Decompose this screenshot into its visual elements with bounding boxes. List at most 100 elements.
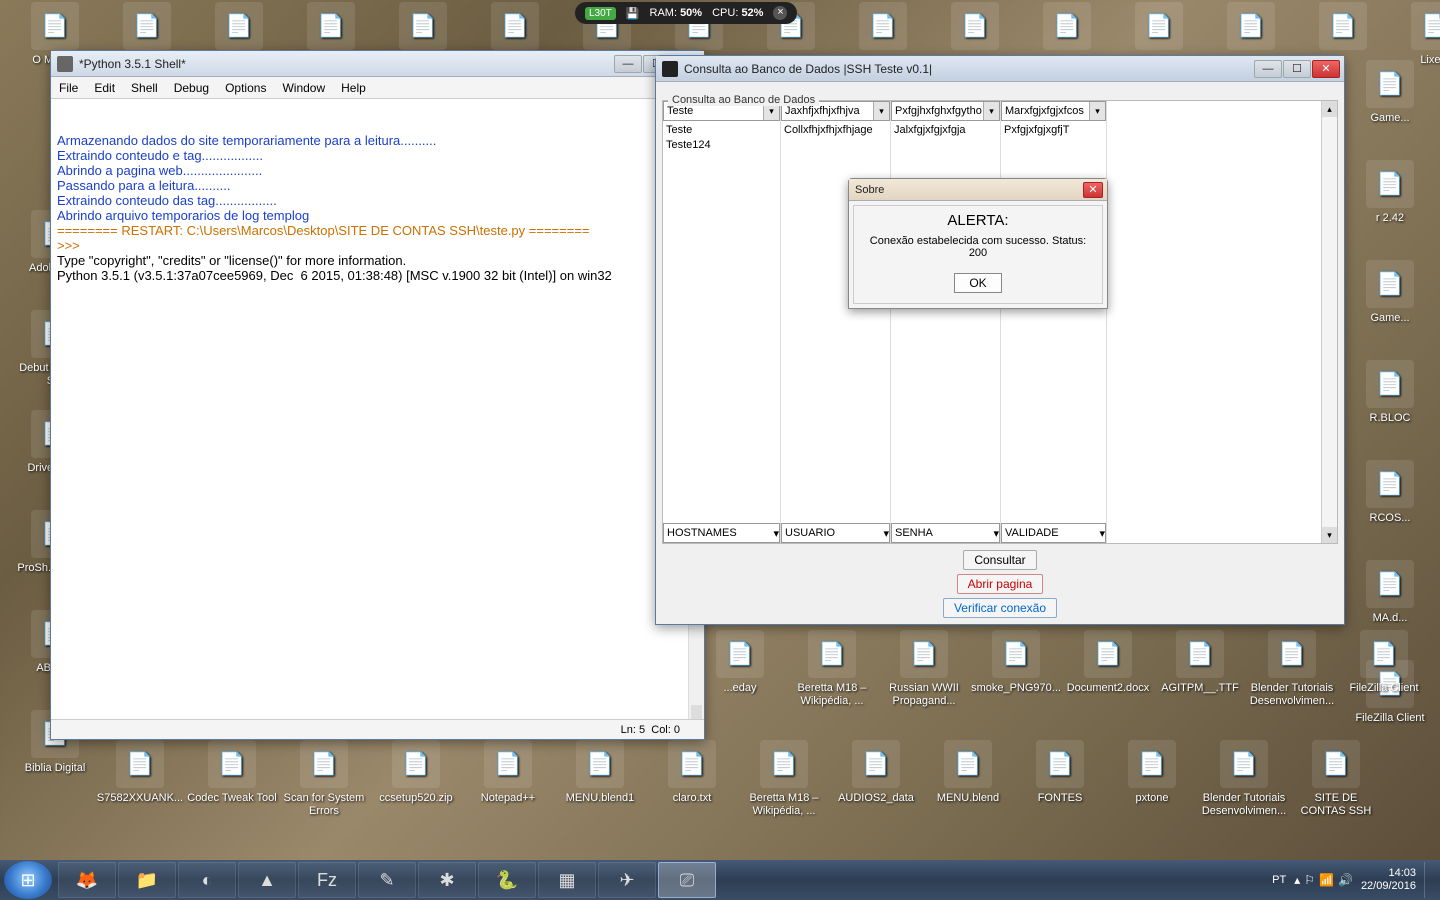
desktop-icon[interactable]: 📄Notepad++ [463, 740, 553, 805]
column-footer-combo[interactable]: SENHA▾ [891, 523, 1000, 543]
taskbar-app-cmd[interactable]: ⎚ [658, 862, 716, 898]
menu-edit[interactable]: Edit [94, 81, 115, 95]
taskbar-app-firefox[interactable]: 🦊 [58, 862, 116, 898]
desktop-icon[interactable]: 📄MENU.blend [923, 740, 1013, 805]
flag-icon[interactable]: ⚐ [1304, 873, 1315, 887]
desktop-icon[interactable]: 📄claro.txt [647, 740, 737, 805]
chevron-down-icon[interactable]: ▾ [983, 102, 999, 120]
desktop-icon[interactable]: 📄AGITPM__.TTF [1155, 630, 1245, 695]
scroll-down-icon[interactable]: ▾ [1322, 527, 1337, 543]
chevron-down-icon[interactable]: ▾ [883, 527, 889, 540]
minimize-button[interactable]: — [614, 55, 642, 73]
desktop-icon[interactable]: 📄R.BLOC [1345, 360, 1435, 425]
close-button[interactable]: ✕ [1312, 60, 1340, 78]
column-header-combo[interactable]: Marxfgjxfgjxfcos▾ [1001, 101, 1106, 121]
desktop-icon[interactable]: 📄RCOS... [1345, 460, 1435, 525]
chevron-down-icon[interactable]: ▾ [873, 102, 889, 120]
minimize-button[interactable]: — [1254, 60, 1282, 78]
desktop-icon[interactable]: 📄Beretta M18 – Wikipédia, ... [787, 630, 877, 708]
desktop-icon[interactable]: 📄 [1114, 2, 1204, 54]
taskbar-app-filezilla[interactable]: Fz [298, 862, 356, 898]
taskbar-app-x[interactable]: ✱ [418, 862, 476, 898]
taskbar-app-explorer[interactable]: 📁 [118, 862, 176, 898]
network-icon[interactable]: 📶 [1319, 873, 1334, 887]
taskbar-app-py[interactable]: 🐍 [478, 862, 536, 898]
cell[interactable]: PxfgjxfgjxgfjT [1004, 123, 1103, 138]
abrir-pagina-button[interactable]: Abrir pagina [957, 574, 1044, 594]
desktop-icon[interactable]: 📄smoke_PNG970... [971, 630, 1061, 695]
desktop-icon[interactable]: 📄FONTES [1015, 740, 1105, 805]
desktop-icon[interactable]: 📄Lixe... [1390, 2, 1440, 67]
column-footer-combo[interactable]: USUARIO▾ [781, 523, 890, 543]
cell[interactable]: Teste124 [666, 138, 777, 153]
desktop-icon[interactable]: 📄AUDIOS2_data [831, 740, 921, 805]
taskbar-app-tg[interactable]: ✈ [598, 862, 656, 898]
desktop-icon[interactable]: 📄Document2.docx [1063, 630, 1153, 695]
cell[interactable]: Collxfhjxfhjxfhjage [784, 123, 887, 138]
menu-debug[interactable]: Debug [174, 81, 209, 95]
idle-titlebar[interactable]: *Python 3.5.1 Shell* — ☐ ✕ [51, 51, 704, 77]
show-desktop-button[interactable] [1424, 862, 1436, 898]
desktop-icon[interactable]: 📄 [1022, 2, 1112, 54]
lang-indicator[interactable]: PT [1272, 874, 1286, 886]
desktop-icon[interactable]: 📄 [1298, 2, 1388, 54]
desktop-icon[interactable]: 📄Russian WWII Propagand... [879, 630, 969, 708]
desktop-icon[interactable]: 📄Game... [1345, 260, 1435, 325]
desktop-icon[interactable]: 📄 [378, 2, 468, 54]
taskbar-app-ccleaner[interactable]: ◐ [178, 862, 236, 898]
scrollbar[interactable]: ▴▾ [1321, 101, 1337, 543]
desktop-icon[interactable]: 📄MA.d... [1345, 560, 1435, 625]
desktop-icon[interactable]: 📄 [286, 2, 376, 54]
start-button[interactable]: ⊞ [4, 861, 52, 899]
desktop-icon[interactable]: 📄pxtone [1107, 740, 1197, 805]
desktop-icon[interactable]: 📄 [1206, 2, 1296, 54]
tray-up-icon[interactable]: ▴ [1294, 873, 1300, 887]
menu-options[interactable]: Options [225, 81, 266, 95]
desktop-icon[interactable]: 📄FileZilla Client [1339, 630, 1429, 695]
desktop-icon[interactable]: 📄 [838, 2, 928, 54]
menu-file[interactable]: File [59, 81, 78, 95]
desktop-icon[interactable]: 📄Codec Tweak Tool [187, 740, 277, 805]
desktop-icon[interactable]: 📄 [470, 2, 560, 54]
column-footer-combo[interactable]: HOSTNAMES▾ [663, 523, 780, 543]
desktop-icon[interactable]: 📄Game... [1345, 60, 1435, 125]
column-header-combo[interactable]: Pxfgjhxfghxfgytho▾ [891, 101, 1000, 121]
column-footer-combo[interactable]: VALIDADE▾ [1001, 523, 1106, 543]
desktop-icon[interactable]: 📄Scan for System Errors [279, 740, 369, 818]
menu-help[interactable]: Help [341, 81, 366, 95]
consultar-button[interactable]: Consultar [963, 550, 1036, 570]
desktop-icon[interactable]: 📄ccsetup520.zip [371, 740, 461, 805]
chevron-down-icon[interactable]: ▾ [993, 527, 999, 540]
ok-button[interactable]: OK [954, 273, 1001, 293]
modal-titlebar[interactable]: Sobre ✕ [849, 179, 1107, 201]
cell[interactable]: Jalxfgjxfgjxfgja [894, 123, 997, 138]
scroll-up-icon[interactable]: ▴ [1322, 101, 1337, 117]
taskbar-app-npp[interactable]: ✎ [358, 862, 416, 898]
desktop-icon[interactable]: 📄Blender Tutoriais Desenvolvimen... [1247, 630, 1337, 708]
ssh-titlebar[interactable]: Consulta ao Banco de Dados |SSH Teste v0… [656, 56, 1344, 82]
verificar-conexao-button[interactable]: Verificar conexão [943, 598, 1057, 618]
menu-shell[interactable]: Shell [131, 81, 158, 95]
menu-window[interactable]: Window [282, 81, 325, 95]
desktop-icon[interactable]: 📄r 2.42 [1345, 160, 1435, 225]
desktop-icon[interactable]: 📄Blender Tutoriais Desenvolvimen... [1199, 740, 1289, 818]
column-values[interactable]: TesteTeste124 [663, 121, 780, 523]
desktop-icon[interactable]: 📄 [194, 2, 284, 54]
taskbar-app-a[interactable]: ▲ [238, 862, 296, 898]
maximize-button[interactable]: ☐ [1283, 60, 1311, 78]
chevron-down-icon[interactable]: ▾ [1089, 102, 1105, 120]
tray-icons[interactable]: ▴ ⚐ 📶 🔊 [1294, 873, 1353, 887]
desktop-icon[interactable]: 📄Beretta M18 – Wikipédia, ... [739, 740, 829, 818]
chevron-down-icon[interactable]: ▾ [773, 527, 779, 540]
close-button[interactable]: ✕ [1083, 182, 1103, 198]
cell[interactable]: Teste [666, 123, 777, 138]
desktop-icon[interactable]: 📄...eday [695, 630, 785, 695]
desktop-icon[interactable]: 📄S7582XXUANK... [95, 740, 185, 805]
desktop-icon[interactable]: 📄MENU.blend1 [555, 740, 645, 805]
close-icon[interactable]: × [773, 6, 787, 20]
idle-console[interactable]: Armazenando dados do site temporariament… [51, 99, 704, 719]
desktop-icon[interactable]: 📄SITE DE CONTAS SSH [1291, 740, 1381, 818]
chevron-down-icon[interactable]: ▾ [1099, 527, 1105, 540]
volume-icon[interactable]: 🔊 [1338, 873, 1353, 887]
clock[interactable]: 14:03 22/09/2016 [1361, 867, 1416, 893]
